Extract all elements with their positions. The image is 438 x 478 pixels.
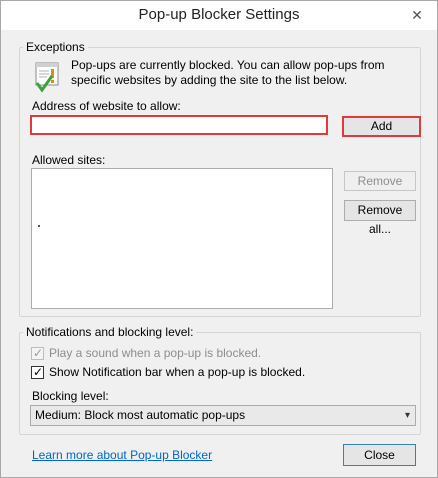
address-label: Address of website to allow:	[32, 99, 181, 113]
show-bar-checkbox[interactable]: ✓	[31, 364, 44, 379]
add-button[interactable]: Add	[342, 116, 421, 137]
notifications-group-label: Notifications and blocking level:	[23, 325, 197, 339]
popup-blocked-icon	[35, 62, 59, 93]
blocking-level-select[interactable]: Medium: Block most automatic pop-ups ▾	[30, 405, 416, 426]
learn-more-link[interactable]: Learn more about Pop-up Blocker	[32, 448, 212, 462]
list-cursor-dot	[38, 225, 40, 227]
play-sound-label: Play a sound when a pop-up is blocked.	[49, 346, 262, 360]
chevron-down-icon: ▾	[404, 410, 410, 421]
close-icon[interactable]: ✕	[403, 4, 431, 26]
blocking-level-value: Medium: Block most automatic pop-ups	[35, 408, 246, 422]
remove-button[interactable]: Remove	[344, 171, 416, 191]
blocking-level-label: Blocking level:	[32, 389, 109, 403]
play-sound-row[interactable]: ✓ Play a sound when a pop-up is blocked.	[31, 346, 261, 360]
allowed-sites-label: Allowed sites:	[32, 153, 106, 167]
close-button[interactable]: Close	[343, 444, 416, 466]
exceptions-info-text: Pop-ups are currently blocked. You can a…	[71, 58, 385, 87]
dialog-window: Pop-up Blocker Settings ✕ Exceptions Pop…	[0, 0, 438, 478]
play-sound-checkbox[interactable]: ✓	[31, 345, 44, 360]
show-bar-label: Show Notification bar when a pop-up is b…	[49, 365, 306, 379]
exceptions-group-label: Exceptions	[23, 40, 88, 54]
checkmark-icon: ✓	[33, 364, 44, 379]
dialog-title: Pop-up Blocker Settings	[138, 6, 300, 23]
title-bar: Pop-up Blocker Settings ✕	[1, 1, 437, 30]
show-bar-row[interactable]: ✓ Show Notification bar when a pop-up is…	[31, 365, 305, 379]
allowed-sites-list[interactable]	[31, 168, 333, 309]
address-input[interactable]	[30, 115, 328, 135]
remove-all-button[interactable]: Remove all...	[344, 200, 416, 236]
checkmark-icon: ✓	[33, 345, 44, 360]
